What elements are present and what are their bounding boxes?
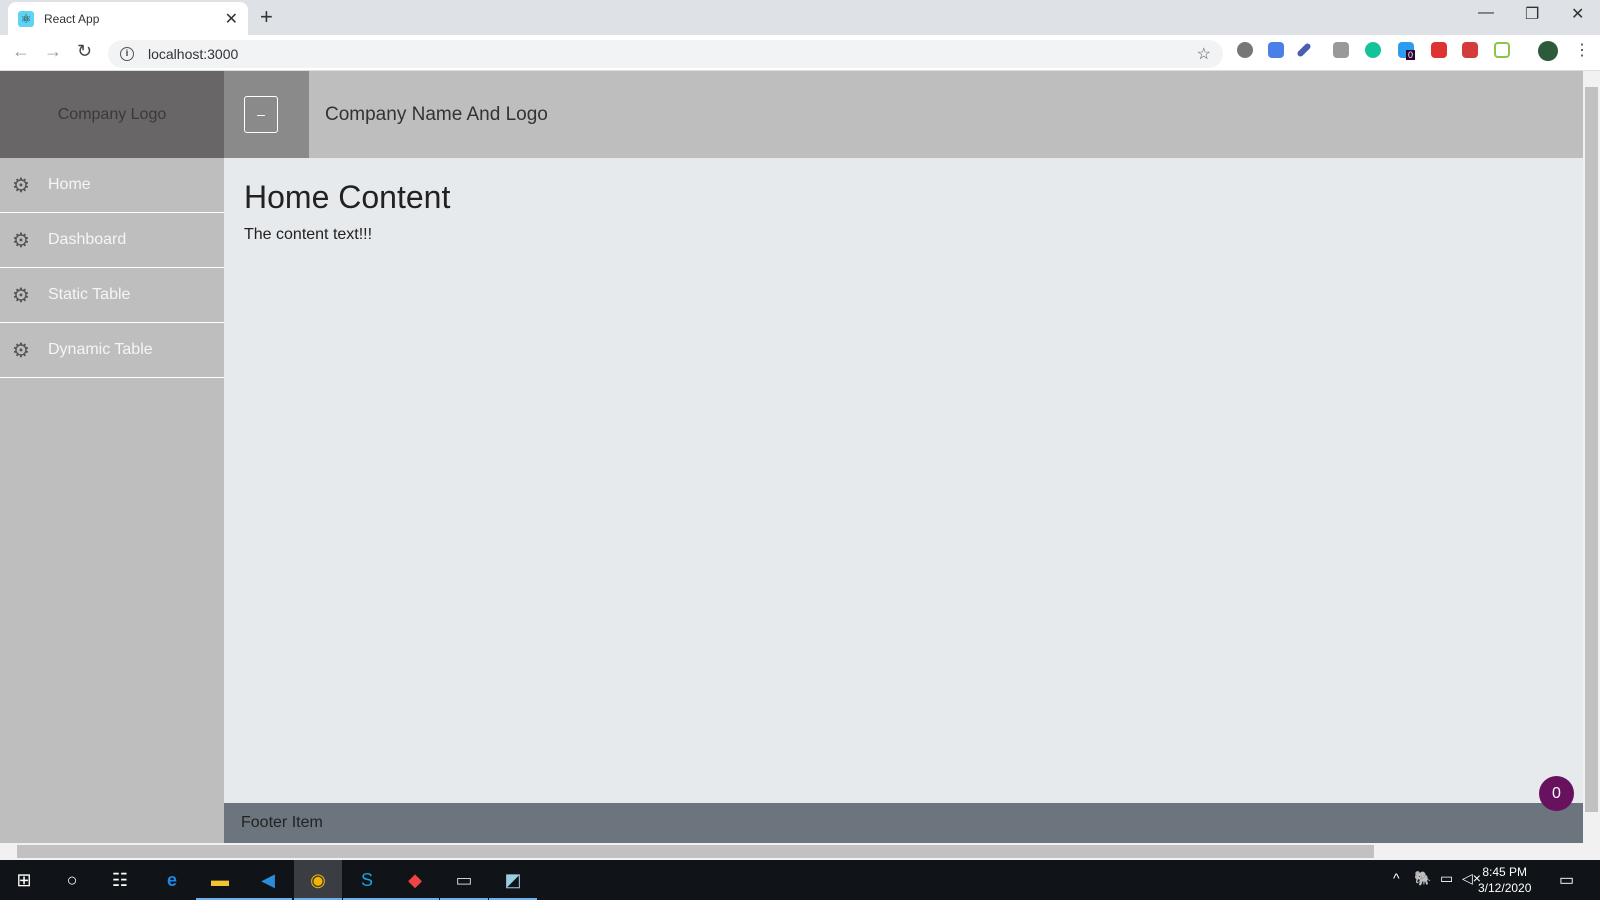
search-icon[interactable]: ○ (48, 860, 96, 900)
header-title: Company Name And Logo (325, 103, 548, 125)
tray-chevron-icon[interactable]: ^ (1393, 870, 1400, 886)
chrome-icon[interactable]: ◉ (294, 860, 342, 900)
content-text: The content text!!! (244, 226, 373, 243)
taskbar: ⊞ ○ ☷ e ▬ ◀ ◉ S ◆ ▭ ◩ ^ 🐘 ▭ ◁× 8:45 PM 3/… (0, 860, 1600, 900)
sidebar-toggle-button[interactable]: – (244, 96, 278, 133)
footer: Footer Item (224, 803, 1583, 843)
file-explorer-icon[interactable]: ▬ (196, 860, 244, 900)
info-icon[interactable]: i (120, 47, 134, 61)
sidebar-item-home[interactable]: ⚙ Home (0, 158, 224, 213)
terminal-icon[interactable]: ▭ (440, 860, 488, 900)
main-content: Home Content The content text!!! (244, 179, 450, 244)
windows-start-icon[interactable]: ⊞ (0, 860, 48, 900)
notifications-icon[interactable]: ▭ (1559, 870, 1574, 890)
dictionary-extension-icon[interactable] (1431, 42, 1447, 58)
react-favicon-icon: ⚛ (18, 10, 34, 27)
redux-extension-icon[interactable] (1462, 42, 1478, 58)
camera-extension-icon[interactable] (1333, 42, 1349, 58)
sidebar-item-dashboard[interactable]: ⚙ Dashboard (0, 213, 224, 268)
page-header: Company Name And Logo (309, 71, 1583, 158)
toggle-area: – (224, 71, 309, 158)
scrollbar-thumb[interactable] (17, 845, 1374, 858)
gear-icon: ⚙ (12, 284, 30, 307)
sidebar-item-label: Dynamic Table (48, 341, 153, 358)
browser-tab-bar: ⚛ React App ✕ + — ❐ ✕ (0, 0, 1600, 35)
nodejs-extension-icon[interactable] (1494, 42, 1510, 58)
restore-icon[interactable]: ❐ (1525, 4, 1539, 24)
url-field[interactable]: i localhost:3000 ☆ (108, 40, 1223, 68)
browser-tab[interactable]: ⚛ React App ✕ (8, 2, 248, 35)
forward-icon[interactable]: → (44, 41, 62, 62)
gear-icon: ⚙ (12, 229, 30, 252)
bookmark-star-icon[interactable]: ☆ (1197, 44, 1211, 64)
task-view-icon[interactable]: ☷ (96, 860, 144, 900)
extension-icon[interactable] (1237, 42, 1253, 58)
sidebar-item-label: Dashboard (48, 231, 127, 248)
sidebar-item-label: Home (48, 176, 91, 193)
reload-icon[interactable]: ↻ (77, 41, 92, 62)
sidebar-item-label: Static Table (48, 286, 131, 303)
close-tab-icon[interactable]: ✕ (225, 9, 238, 29)
time: 8:45 PM (1482, 865, 1528, 879)
gear-icon: ⚙ (12, 174, 30, 197)
skype-icon[interactable]: S (343, 860, 391, 900)
edge-icon[interactable]: e (148, 860, 196, 900)
profile-avatar[interactable] (1538, 41, 1558, 61)
vscode-icon[interactable]: ◀ (244, 860, 292, 900)
network-icon[interactable]: ▭ (1440, 870, 1453, 887)
close-window-icon[interactable]: ✕ (1571, 4, 1584, 24)
sidebar: ⚙ Home ⚙ Dashboard ⚙ Static Table ⚙ Dynamic … (0, 158, 224, 843)
sidebar-item-static-table[interactable]: ⚙ Static Table (0, 268, 224, 323)
gear-icon: ⚙ (12, 339, 30, 362)
new-tab-icon[interactable]: + (260, 4, 273, 30)
minimize-icon[interactable]: — (1478, 4, 1494, 22)
url-text: localhost:3000 (148, 46, 239, 62)
notepad-icon[interactable]: ◩ (489, 860, 537, 900)
company-logo: Company Logo (0, 71, 224, 158)
ghostery-extension-icon[interactable]: 0 (1398, 42, 1416, 60)
grammarly-extension-icon[interactable] (1365, 42, 1381, 58)
extension-badge: 0 (1406, 50, 1416, 60)
menu-kebab-icon[interactable]: ⋮ (1574, 40, 1590, 59)
app-root: Company Logo – Company Name And Logo ⚙ Ho… (0, 71, 1583, 843)
address-bar-row: ← → ↻ i localhost:3000 ☆ (0, 35, 1600, 71)
postgres-tray-icon[interactable]: 🐘 (1414, 870, 1431, 887)
page-title: Home Content (244, 179, 451, 215)
vertical-scrollbar[interactable] (1583, 71, 1600, 843)
date: 3/12/2020 (1478, 881, 1532, 895)
sidebar-item-dynamic-table[interactable]: ⚙ Dynamic Table (0, 323, 224, 378)
clock[interactable]: 8:45 PM 3/12/2020 (1478, 864, 1531, 896)
scrollbar-thumb[interactable] (1585, 87, 1598, 812)
footer-item: Footer Item (241, 814, 323, 831)
counter-badge-button[interactable]: 0 (1539, 776, 1574, 811)
horizontal-scrollbar[interactable] (0, 843, 1600, 860)
tab-title: React App (44, 11, 100, 26)
back-icon[interactable]: ← (12, 41, 30, 62)
translate-extension-icon[interactable] (1268, 42, 1284, 58)
git-icon[interactable]: ◆ (391, 860, 439, 900)
